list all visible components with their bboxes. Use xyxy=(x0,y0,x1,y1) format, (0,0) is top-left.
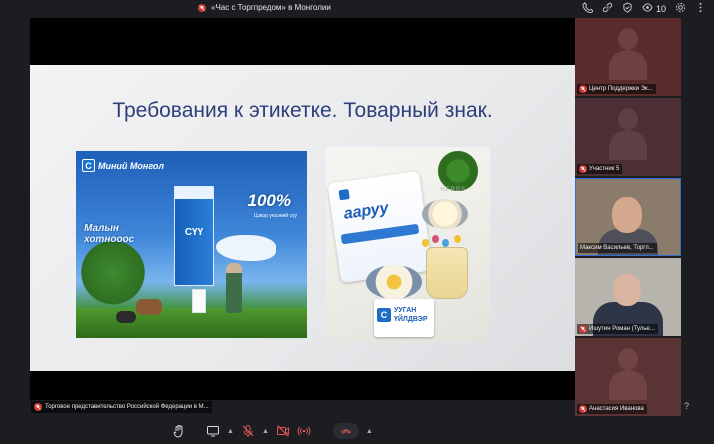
slogan-line-1: Малын xyxy=(84,223,119,234)
broadcast-icon xyxy=(297,426,311,436)
call-options-caret[interactable]: ▲ xyxy=(366,428,373,435)
phone-hangup-icon xyxy=(340,429,351,434)
link-icon[interactable] xyxy=(602,2,613,15)
participants-button[interactable]: 10 xyxy=(642,2,666,15)
milk-glass xyxy=(192,289,206,313)
carton-top xyxy=(175,187,213,199)
participant-name-tag: Центр Поддержки Эк... xyxy=(577,84,656,94)
calf-figure xyxy=(116,311,136,323)
screen-share-button[interactable] xyxy=(206,423,220,439)
avatar-placeholder xyxy=(609,348,647,400)
mic-muted-icon xyxy=(34,403,42,411)
top-toolbar: 10 xyxy=(582,2,706,15)
participant-name-tag: Анастасия Иванова xyxy=(577,404,647,414)
participant-video-face xyxy=(613,274,641,306)
screen-share-options-caret[interactable]: ▲ xyxy=(227,428,234,435)
butter-plate xyxy=(366,265,422,299)
eye-icon xyxy=(642,2,653,15)
bag-title: ааруу xyxy=(342,199,390,223)
more-vertical-icon[interactable] xyxy=(695,2,706,15)
mic-muted-icon xyxy=(198,3,206,12)
broadcast-button[interactable] xyxy=(297,423,311,439)
brand-name: Миний Монгол xyxy=(98,160,165,171)
conference-title-text: «Час с Торгпредом» в Монголии xyxy=(211,3,331,12)
milk-carton: СҮҮ xyxy=(174,186,214,286)
mic-muted-icon xyxy=(579,405,587,413)
participant-name: Центр Поддержки Эк... xyxy=(589,86,653,92)
participant-video-face xyxy=(612,197,642,233)
top-bar: «Час с Торгпредом» в Монголии 10 xyxy=(0,0,714,18)
phone-icon[interactable] xyxy=(582,2,594,15)
camera-off-icon xyxy=(276,425,289,437)
bag-band xyxy=(340,223,420,245)
participant-name: Участник 5 xyxy=(589,166,620,172)
monitor-icon xyxy=(207,426,219,437)
microphone-toggle-button[interactable] xyxy=(241,423,255,439)
participant-tile[interactable]: Анастасия Иванова xyxy=(575,338,681,416)
participant-tile[interactable]: Участник 5 xyxy=(575,98,681,176)
pack-logo-icon: C xyxy=(377,308,391,322)
percent-caption: Цэвэр үнээний сүү xyxy=(253,213,297,219)
microgreens-pot xyxy=(432,151,484,191)
brand-logo: C Миний Монгол xyxy=(82,159,164,172)
end-call-button[interactable] xyxy=(332,423,359,439)
participant-name: Ишутин Роман (Тулье... xyxy=(589,326,655,332)
brand-c-logo-icon: C xyxy=(82,159,95,172)
brand-pack: C УУГАН ҮЙЛДВЭР xyxy=(374,299,434,337)
slogan: Малын хотнооос xyxy=(84,223,134,245)
participant-name-tag: Максим Васильев, Торгп... xyxy=(578,243,657,253)
farmer-figure xyxy=(226,263,242,313)
pack-line-1: УУГАН xyxy=(394,307,417,314)
balloon-decoration xyxy=(442,239,449,247)
balloon-decoration xyxy=(422,239,429,247)
participant-name-tag: Участник 5 xyxy=(577,164,623,174)
call-controls: ▲ ▲ ▲ xyxy=(172,423,373,439)
mic-muted-icon xyxy=(579,85,587,93)
camera-toggle-button[interactable] xyxy=(276,423,290,439)
hand-icon xyxy=(173,425,183,438)
raise-hand-button[interactable] xyxy=(172,423,186,439)
mic-muted-icon xyxy=(579,325,587,333)
participant-tile[interactable]: Ишутин Роман (Тулье... xyxy=(575,258,681,336)
presenter-name-tag: Торговое представительство Российской Фе… xyxy=(31,401,212,413)
presentation-slide: Требования к этикетке. Товарный знак. C … xyxy=(30,65,575,371)
pack-text: УУГАН ҮЙЛДВЭР xyxy=(394,306,428,324)
cottage-cheese-bowl xyxy=(422,199,468,229)
participant-tile-active-speaker[interactable]: Максим Васильев, Торгп... xyxy=(575,178,681,256)
help-button[interactable]: ? xyxy=(684,401,689,411)
milk-advertisement-image: C Миний Монгол 100% Цэвэр үнээний сүү Ма… xyxy=(76,151,307,338)
presenter-name: Торговое представительство Российской Фе… xyxy=(45,404,209,410)
mic-muted-icon xyxy=(579,165,587,173)
microphone-off-icon xyxy=(242,425,254,437)
slide-title: Требования к этикетке. Товарный знак. xyxy=(112,99,493,122)
milk-splash xyxy=(216,235,276,261)
cow-figure xyxy=(136,299,162,315)
microphone-options-caret[interactable]: ▲ xyxy=(262,428,269,435)
aaruul-product-image: HERBS ааруу C УУГАН ҮЙЛДВЭР xyxy=(326,147,490,342)
shield-check-icon[interactable] xyxy=(622,2,633,15)
participant-name-tag: Ишутин Роман (Тулье... xyxy=(577,324,658,334)
conference-title: «Час с Торгпредом» в Монголии xyxy=(198,3,331,12)
avatar-placeholder xyxy=(609,108,647,160)
participant-count: 10 xyxy=(655,3,666,14)
participant-name: Анастасия Иванова xyxy=(589,406,644,412)
balloon-decoration xyxy=(432,235,439,243)
percent-badge: 100% xyxy=(247,191,291,210)
carton-label: СҮҮ xyxy=(184,227,204,238)
settings-gear-icon[interactable] xyxy=(675,2,686,15)
balloon-decoration xyxy=(454,235,461,243)
yogurt-cup xyxy=(426,247,468,299)
participant-name: Максим Васильев, Торгп... xyxy=(580,245,654,251)
pack-line-2: ҮЙЛДВЭР xyxy=(394,316,428,323)
bag-logo-icon xyxy=(338,189,350,201)
participant-tile[interactable]: Центр Поддержки Эк... xyxy=(575,18,681,96)
slogan-line-2: хотнооос xyxy=(84,234,135,245)
avatar-placeholder xyxy=(609,28,647,80)
herbs-word: HERBS xyxy=(440,187,466,193)
bottom-control-bar: ▲ ▲ ▲ xyxy=(0,419,714,444)
